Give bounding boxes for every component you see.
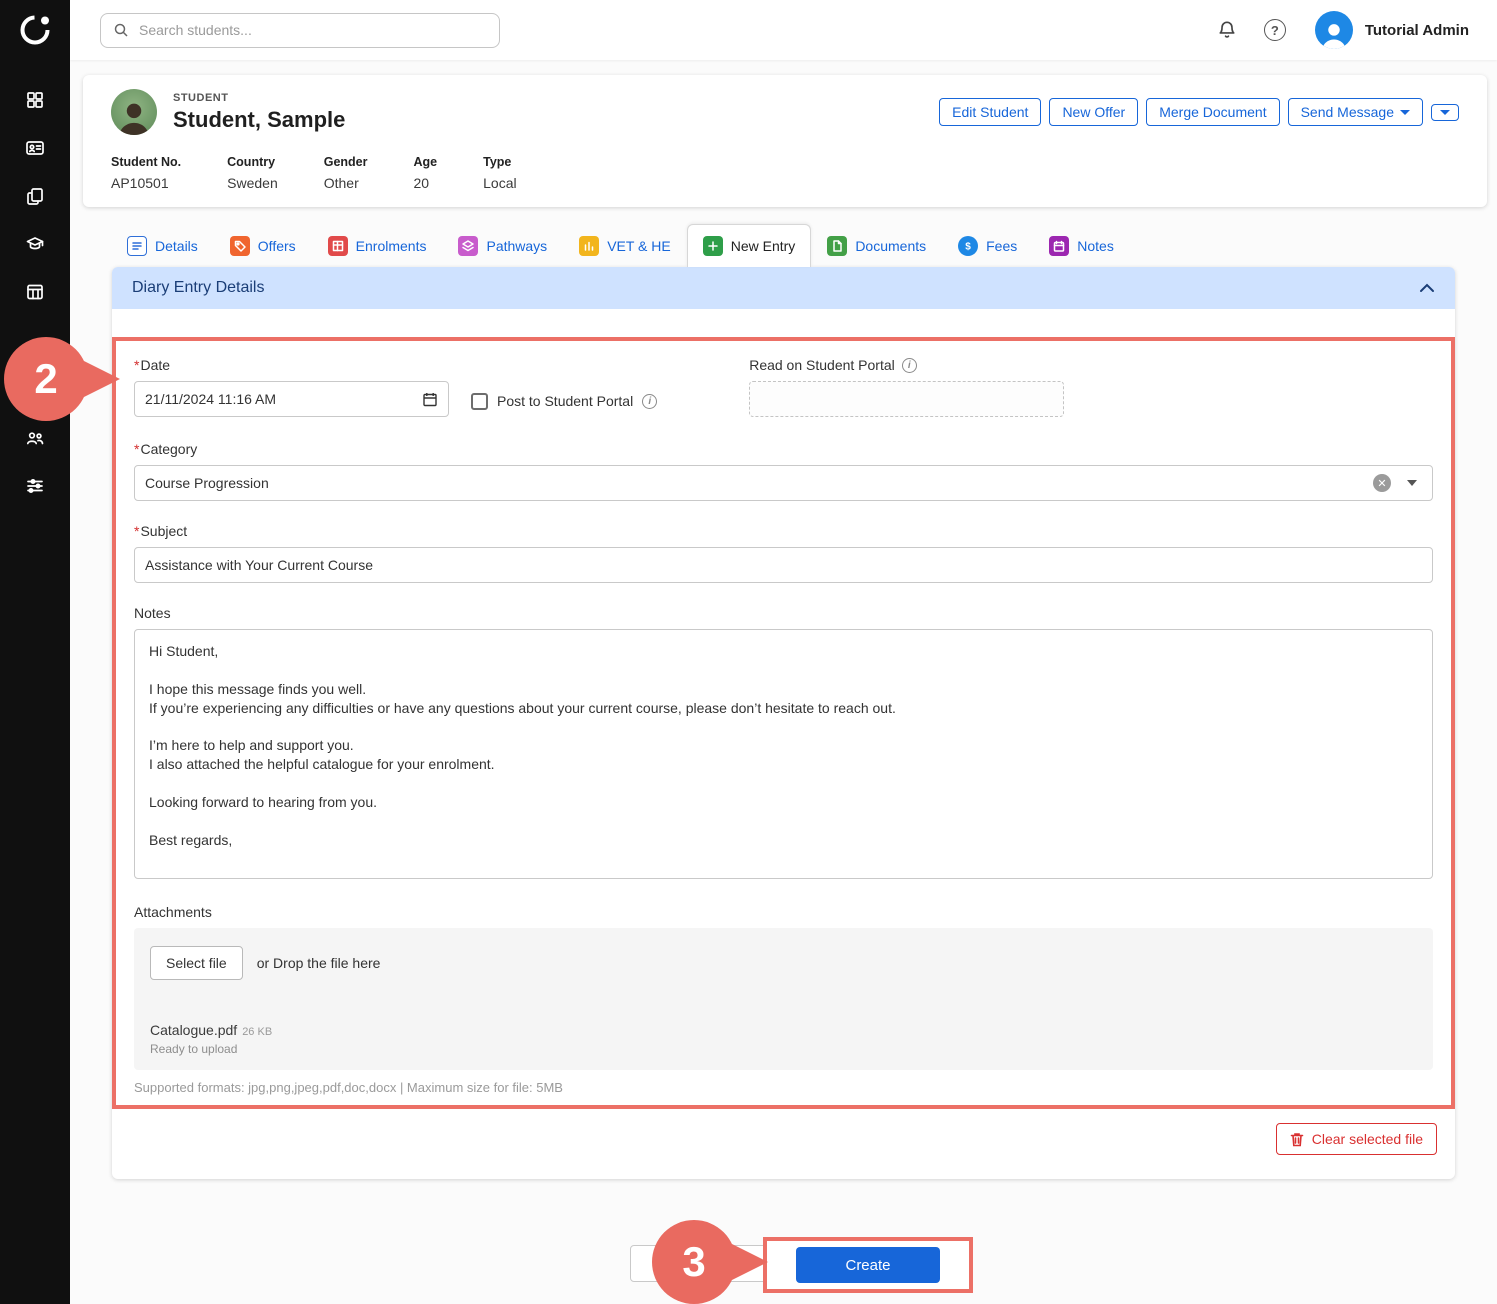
svg-text:$: $: [965, 242, 971, 253]
category-label: *Category: [134, 441, 1433, 457]
chevron-down-icon[interactable]: [1407, 480, 1417, 486]
tab-pathways[interactable]: Pathways: [442, 224, 563, 267]
annotation-arrow: [78, 358, 120, 400]
subject-input-wrap: [134, 547, 1433, 583]
help-icon[interactable]: ?: [1257, 12, 1293, 48]
pathways-icon: [458, 236, 478, 256]
sidebar-board-icon[interactable]: [0, 268, 70, 316]
details-icon: [127, 236, 147, 256]
info-type: Type Local: [483, 155, 516, 191]
new-offer-button[interactable]: New Offer: [1049, 98, 1138, 126]
formats-hint: Supported formats: jpg,png,jpeg,pdf,doc,…: [134, 1080, 1433, 1095]
main-content: STUDENT Student, Sample Edit Student New…: [70, 60, 1497, 1179]
post-to-portal-checkbox[interactable]: [471, 393, 488, 410]
diary-entry-panel: Diary Entry Details *Date Post to Studen: [112, 267, 1455, 1179]
topbar: ? Tutorial Admin: [70, 0, 1497, 60]
file-size: 26 KB: [242, 1026, 272, 1038]
read-on-portal-label: Read on Student Portal: [749, 357, 895, 373]
sidebar-settings-icon[interactable]: [0, 462, 70, 510]
clear-selected-file-button[interactable]: Clear selected file: [1276, 1123, 1437, 1155]
annotation-step-2: 2: [4, 337, 88, 421]
logo-icon: [17, 12, 53, 48]
info-student-no: Student No. AP10501: [111, 155, 181, 191]
category-select[interactable]: Course Progression: [134, 465, 1433, 501]
post-to-portal-field: Post to Student Portal i: [471, 383, 657, 419]
student-search[interactable]: [100, 13, 500, 48]
student-info-row: Student No. AP10501 Country Sweden Gende…: [111, 155, 1459, 191]
edit-student-button[interactable]: Edit Student: [939, 98, 1041, 126]
fees-icon: $: [958, 236, 978, 256]
merge-document-button[interactable]: Merge Document: [1146, 98, 1279, 126]
offers-icon: [230, 236, 250, 256]
vet-he-icon: [579, 236, 599, 256]
select-file-button[interactable]: Select file: [150, 946, 243, 980]
search-icon: [113, 22, 129, 38]
create-button[interactable]: Create: [796, 1247, 940, 1283]
annotation-arrow: [726, 1241, 768, 1283]
search-input[interactable]: [139, 22, 487, 38]
annotated-form-area: *Date Post to Student Portal i Read on S…: [112, 337, 1455, 1109]
sidebar-dashboard-icon[interactable]: [0, 76, 70, 124]
panel-title: Diary Entry Details: [132, 279, 264, 297]
info-age: Age 20: [414, 155, 438, 191]
read-on-portal-value: [749, 381, 1064, 417]
tab-notes[interactable]: Notes: [1033, 224, 1130, 267]
tab-enrolments[interactable]: Enrolments: [312, 224, 443, 267]
info-icon[interactable]: i: [902, 358, 917, 373]
sidebar-courses-icon[interactable]: [0, 220, 70, 268]
file-dropzone[interactable]: Select file or Drop the file here Catalo…: [134, 928, 1433, 1070]
student-tabbar: Details Offers Enrolments Pathways VET &…: [111, 221, 1487, 267]
date-label: *Date: [134, 357, 449, 373]
annotation-step-3: 3: [652, 1220, 736, 1304]
date-input[interactable]: [145, 391, 422, 407]
tab-vet-he[interactable]: VET & HE: [563, 224, 687, 267]
info-gender: Gender Other: [324, 155, 368, 191]
app-logo[interactable]: [0, 0, 70, 60]
annotated-create-area: Create: [763, 1237, 973, 1293]
post-to-portal-label: Post to Student Portal: [497, 393, 633, 409]
sidebar-contacts-icon[interactable]: [0, 124, 70, 172]
tab-fees[interactable]: $ Fees: [942, 224, 1033, 267]
file-status: Ready to upload: [150, 1042, 1417, 1056]
notes-icon: [1049, 236, 1069, 256]
sidebar-agents-icon[interactable]: [0, 414, 70, 462]
date-input-wrap: [134, 381, 449, 417]
tab-details[interactable]: Details: [111, 224, 214, 267]
enrolments-icon: [328, 236, 348, 256]
sidebar-documents-icon[interactable]: [0, 172, 70, 220]
file-name: Catalogue.pdf: [150, 1022, 237, 1038]
student-avatar[interactable]: [111, 89, 157, 135]
calendar-icon[interactable]: [422, 391, 438, 407]
read-on-portal-field: Read on Student Portal i: [749, 357, 1064, 419]
info-country: Country Sweden: [227, 155, 278, 191]
user-avatar[interactable]: [1315, 11, 1353, 49]
new-entry-icon: [703, 236, 723, 256]
chevron-up-icon[interactable]: [1419, 283, 1435, 293]
tab-offers[interactable]: Offers: [214, 224, 312, 267]
clear-category-icon[interactable]: ✕: [1373, 474, 1391, 492]
drop-hint: or Drop the file here: [257, 955, 381, 971]
student-name: Student, Sample: [173, 107, 345, 133]
chevron-down-icon: [1400, 110, 1410, 115]
notes-textarea[interactable]: Hi Student, I hope this message finds yo…: [134, 629, 1433, 879]
subject-label: *Subject: [134, 523, 1433, 539]
notes-label: Notes: [134, 605, 1433, 621]
user-name[interactable]: Tutorial Admin: [1365, 22, 1469, 39]
tab-new-entry[interactable]: New Entry: [687, 224, 812, 267]
more-actions-button[interactable]: [1431, 104, 1459, 121]
tab-documents[interactable]: Documents: [811, 224, 942, 267]
student-kind-label: STUDENT: [173, 92, 345, 104]
diary-panel-header[interactable]: Diary Entry Details: [112, 267, 1455, 309]
subject-input[interactable]: [145, 557, 1422, 573]
documents-icon: [827, 236, 847, 256]
send-message-button[interactable]: Send Message: [1288, 98, 1423, 126]
chevron-down-icon: [1440, 110, 1450, 115]
attached-file: Catalogue.pdf 26 KB Ready to upload: [150, 1022, 1417, 1056]
sidebar: [0, 0, 70, 1304]
attachments-label: Attachments: [134, 904, 1433, 920]
trash-icon: [1290, 1132, 1304, 1147]
notifications-bell-icon[interactable]: [1209, 12, 1245, 48]
info-icon[interactable]: i: [642, 394, 657, 409]
student-header-card: STUDENT Student, Sample Edit Student New…: [83, 75, 1487, 207]
